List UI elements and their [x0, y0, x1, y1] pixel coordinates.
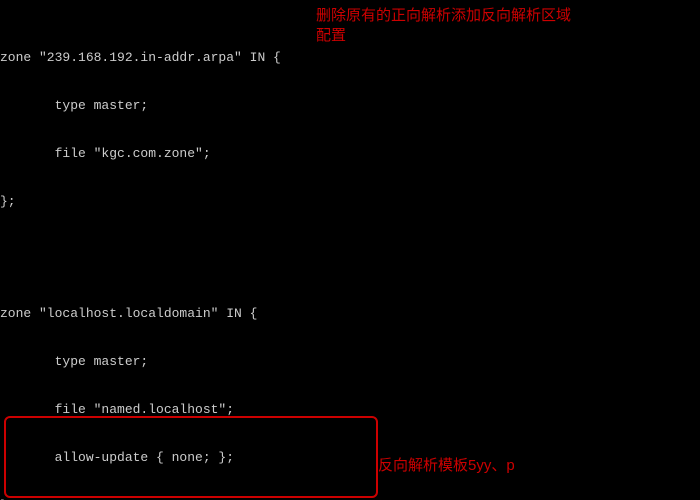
code-line: file "named.localhost";	[0, 402, 700, 418]
code-line: file "kgc.com.zone";	[0, 146, 700, 162]
terminal-editor[interactable]: zone "239.168.192.in-addr.arpa" IN { typ…	[0, 0, 700, 500]
code-line: };	[0, 194, 700, 210]
code-line: type master;	[0, 354, 700, 370]
code-line: zone "239.168.192.in-addr.arpa" IN {	[0, 50, 700, 66]
code-line: type master;	[0, 98, 700, 114]
annotation-top: 删除原有的正向解析添加反向解析区域配置	[316, 6, 576, 46]
blank-line	[0, 242, 700, 258]
annotation-bottom: 反向解析模板5yy、p	[378, 456, 515, 476]
code-line: allow-update { none; };	[0, 450, 700, 466]
code-line: zone "localhost.localdomain" IN {	[0, 306, 700, 322]
